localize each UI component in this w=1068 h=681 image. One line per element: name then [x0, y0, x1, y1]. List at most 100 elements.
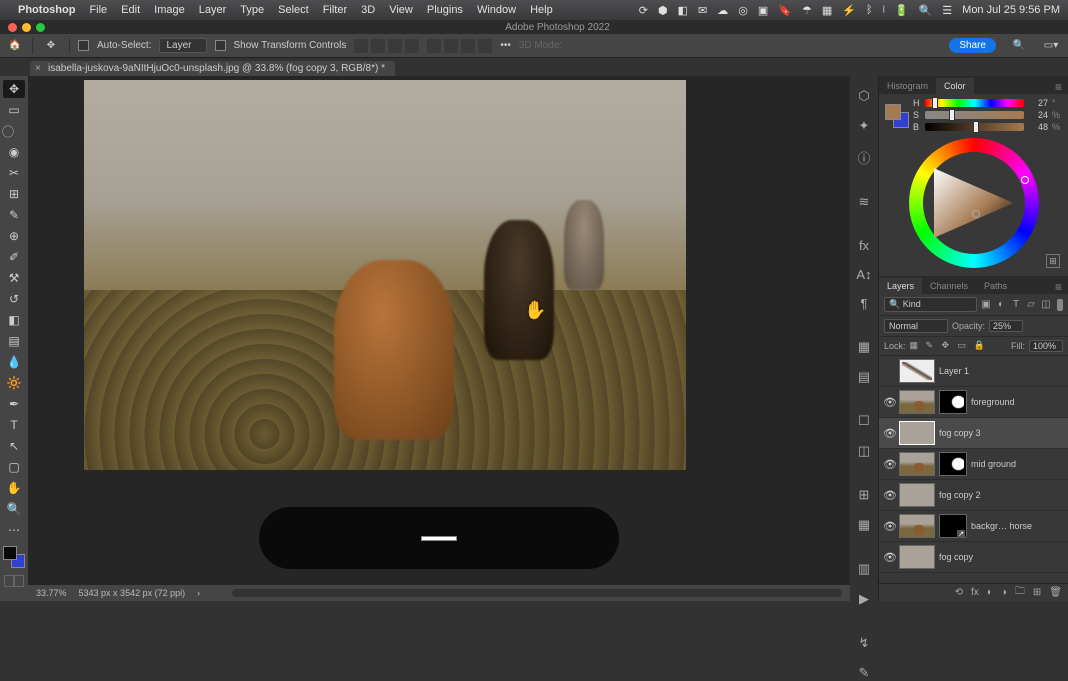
status-icon[interactable]: ⬢	[658, 4, 668, 17]
menu-view[interactable]: View	[389, 4, 413, 16]
filter-pixel-icon[interactable]: ▣	[980, 299, 992, 311]
panel-icon[interactable]: ☐	[855, 413, 873, 429]
panel-icon[interactable]: ↯	[855, 635, 873, 651]
filter-type-icon[interactable]: T	[1010, 299, 1022, 311]
layer-row[interactable]: 👁 foreground	[879, 387, 1068, 418]
layer-name[interactable]: fog copy	[939, 552, 1064, 562]
layer-name[interactable]: foreground	[971, 397, 1064, 407]
layer-name[interactable]: Layer 1	[939, 366, 1064, 376]
status-icon[interactable]: ▣	[758, 4, 768, 17]
document-canvas[interactable]: ✋	[84, 80, 686, 470]
status-dimensions[interactable]: 5343 px x 3542 px (72 ppi)	[79, 588, 186, 598]
status-arrow-icon[interactable]: ›	[197, 588, 200, 598]
panel-icon[interactable]: A↕	[855, 267, 873, 282]
menu-filter[interactable]: Filter	[323, 4, 347, 16]
layer-name[interactable]: fog copy 2	[939, 490, 1064, 500]
layer-row[interactable]: 👁 fog copy 2	[879, 480, 1068, 511]
foreground-background-colors[interactable]	[3, 546, 25, 568]
heal-tool[interactable]: ⊕	[3, 227, 25, 245]
distribute-button[interactable]	[444, 39, 458, 53]
layer-visibility-toggle[interactable]: 👁	[883, 551, 895, 564]
link-layers-button[interactable]: ⟲	[955, 587, 963, 598]
panel-icon[interactable]: fx	[855, 238, 873, 253]
bluetooth-icon[interactable]: ᛒ	[866, 4, 873, 16]
wifi-icon[interactable]: ⧙	[883, 4, 885, 17]
layer-row[interactable]: 👁 fog copy	[879, 542, 1068, 573]
panel-icon[interactable]: ▤	[855, 369, 873, 385]
share-button[interactable]: Share	[949, 38, 996, 53]
layer-visibility-toggle[interactable]: 👁	[883, 427, 895, 440]
new-layer-button[interactable]: ⊞	[1033, 587, 1041, 598]
opacity-input[interactable]: 25%	[989, 320, 1023, 332]
layer-thumbnail[interactable]	[899, 421, 935, 445]
blend-mode-dropdown[interactable]: Normal	[884, 319, 948, 333]
layer-mask-thumbnail[interactable]	[939, 452, 967, 476]
tab-layers[interactable]: Layers	[879, 278, 922, 294]
eyedropper-tool[interactable]: ✎	[3, 206, 25, 224]
panel-icon[interactable]: ≋	[855, 194, 873, 210]
layer-mask-thumbnail[interactable]	[939, 390, 967, 414]
move-tool[interactable]: ✥	[3, 80, 25, 98]
panel-icon[interactable]: ✎	[855, 665, 873, 681]
quickmask-screenmode[interactable]	[4, 575, 24, 587]
layer-thumbnail[interactable]	[899, 359, 935, 383]
dodge-tool[interactable]: 🔆	[3, 374, 25, 392]
search-icon[interactable]: 🔍	[919, 4, 933, 17]
clock[interactable]: Mon Jul 25 9:56 PM	[962, 4, 1060, 16]
layer-thumbnail[interactable]	[899, 545, 935, 569]
menu-window[interactable]: Window	[477, 4, 516, 16]
lock-position-icon[interactable]: ✥	[942, 340, 954, 352]
layer-visibility-toggle[interactable]: 👁	[883, 489, 895, 502]
tab-histogram[interactable]: Histogram	[879, 78, 936, 94]
status-icon[interactable]: ⟳	[639, 4, 648, 17]
tab-channels[interactable]: Channels	[922, 278, 976, 294]
sat-value[interactable]: 24	[1028, 110, 1048, 120]
layer-row[interactable]: 👁 fog copy 3	[879, 418, 1068, 449]
edit-toolbar[interactable]: ⋯	[3, 521, 25, 539]
panel-icon[interactable]: ¶	[855, 296, 873, 311]
status-icon[interactable]: ◎	[738, 4, 748, 17]
battery-icon[interactable]: 🔋	[895, 4, 909, 17]
layer-name[interactable]: mid ground	[971, 459, 1064, 469]
menu-3d[interactable]: 3D	[361, 4, 375, 16]
layer-thumbnail[interactable]	[899, 483, 935, 507]
status-zoom[interactable]: 33.77%	[36, 588, 67, 598]
hue-slider[interactable]	[925, 99, 1024, 107]
panel-icon[interactable]: ⬡	[855, 88, 873, 104]
tab-color[interactable]: Color	[936, 78, 974, 94]
panel-icon[interactable]: ▦	[855, 339, 873, 355]
layer-name[interactable]: fog copy 3	[939, 428, 1064, 438]
crop-tool[interactable]: ✂	[3, 164, 25, 182]
adjustment-layer-button[interactable]: ◑	[1001, 587, 1007, 598]
more-options-button[interactable]: •••	[500, 40, 511, 51]
layer-name[interactable]: backgr… horse	[971, 521, 1064, 531]
status-icon[interactable]: ◧	[678, 4, 688, 17]
hue-value[interactable]: 27	[1028, 98, 1048, 108]
status-icon[interactable]: ▦	[822, 4, 832, 17]
path-tool[interactable]: ↖	[3, 437, 25, 455]
shape-tool[interactable]: ▢	[3, 458, 25, 476]
panel-menu-button[interactable]: ≡	[1049, 80, 1068, 94]
panel-icon[interactable]: ▥	[855, 561, 873, 577]
distribute-button[interactable]	[478, 39, 492, 53]
status-icon[interactable]: ☁	[717, 4, 728, 17]
filter-smart-icon[interactable]: ◫	[1040, 299, 1052, 311]
status-icon[interactable]: ✉	[698, 4, 707, 17]
menu-plugins[interactable]: Plugins	[427, 4, 463, 16]
layer-style-button[interactable]: fx	[971, 587, 979, 598]
panel-icon[interactable]: ▶	[855, 591, 873, 607]
stamp-tool[interactable]: ⚒	[3, 269, 25, 287]
menu-image[interactable]: Image	[154, 4, 185, 16]
type-tool[interactable]: T	[3, 416, 25, 434]
document-tab[interactable]: isabella-juskova-9aNItHjuOc0-unsplash.jp…	[30, 61, 395, 76]
triangle-cursor[interactable]	[972, 210, 980, 218]
auto-select-checkbox[interactable]	[78, 40, 89, 51]
layer-thumbnail[interactable]	[899, 452, 935, 476]
status-icon[interactable]: ⚡	[842, 4, 856, 17]
align-more-button[interactable]	[405, 39, 419, 53]
layer-row[interactable]: Layer 1	[879, 356, 1068, 387]
align-left-button[interactable]	[354, 39, 368, 53]
bri-value[interactable]: 48	[1028, 122, 1048, 132]
delete-layer-button[interactable]: 🗑	[1049, 587, 1062, 598]
layer-visibility-toggle[interactable]: 👁	[883, 396, 895, 409]
